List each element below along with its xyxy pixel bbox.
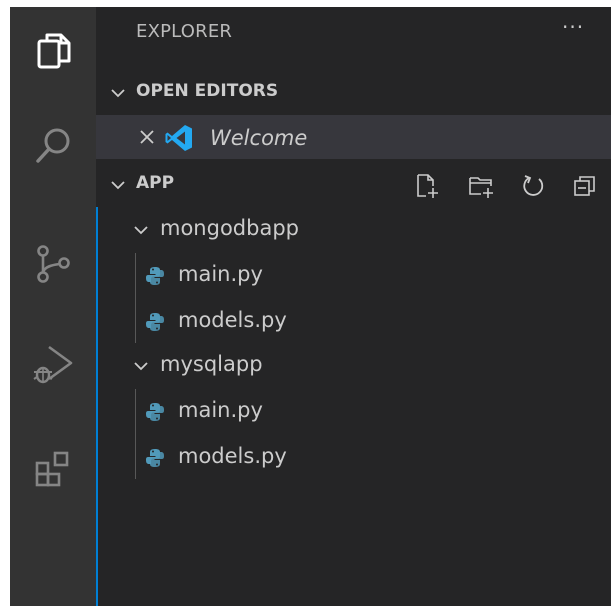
folder-mysqlapp[interactable]: mysqlapp (98, 343, 611, 389)
vscode-logo-icon (165, 125, 192, 151)
chevron-down-icon (134, 226, 148, 235)
explorer-icon[interactable] (10, 7, 96, 95)
chevron-down-icon (134, 362, 148, 371)
open-editors-label: OPEN EDITORS (136, 81, 279, 101)
file-item[interactable]: main.py (98, 253, 611, 299)
chevron-down-icon (111, 89, 125, 98)
new-folder-icon[interactable] (468, 173, 494, 199)
run-debug-icon[interactable] (10, 321, 96, 409)
activity-bar (10, 7, 96, 606)
more-actions-button[interactable]: ··· (562, 15, 584, 39)
extensions-icon[interactable] (10, 425, 96, 513)
file-tree: mongodbapp main.py models.py mysqlapp ma… (96, 207, 611, 606)
python-file-icon (146, 313, 164, 331)
file-item[interactable]: models.py (98, 299, 611, 345)
file-item[interactable]: models.py (98, 435, 611, 481)
python-file-icon (146, 449, 164, 467)
app-section-header[interactable]: APP (96, 163, 611, 207)
file-label: models.py (178, 308, 287, 332)
file-label: main.py (178, 262, 263, 286)
close-icon[interactable] (138, 128, 156, 146)
open-editor-item-welcome[interactable]: Welcome (96, 115, 611, 159)
app-section-label: APP (136, 173, 175, 193)
refresh-icon[interactable] (520, 173, 546, 199)
file-label: main.py (178, 398, 263, 422)
file-label: models.py (178, 444, 287, 468)
folder-mongodbapp[interactable]: mongodbapp (98, 207, 611, 253)
sidebar-title: EXPLORER (136, 21, 233, 42)
search-icon[interactable] (10, 101, 96, 189)
python-file-icon (146, 267, 164, 285)
chevron-down-icon (111, 181, 125, 190)
source-control-icon[interactable] (10, 219, 96, 307)
folder-label: mongodbapp (160, 216, 299, 240)
vscode-window: EXPLORER ··· OPEN EDITORS Welcome APP mo… (10, 7, 611, 606)
python-file-icon (146, 403, 164, 421)
file-item[interactable]: main.py (98, 389, 611, 435)
open-editors-header[interactable]: OPEN EDITORS (96, 71, 611, 115)
open-editor-label: Welcome (210, 126, 308, 150)
explorer-sidebar: EXPLORER ··· OPEN EDITORS Welcome APP mo… (96, 7, 611, 606)
collapse-all-icon[interactable] (572, 173, 598, 199)
new-file-icon[interactable] (414, 173, 440, 199)
folder-label: mysqlapp (160, 352, 263, 376)
